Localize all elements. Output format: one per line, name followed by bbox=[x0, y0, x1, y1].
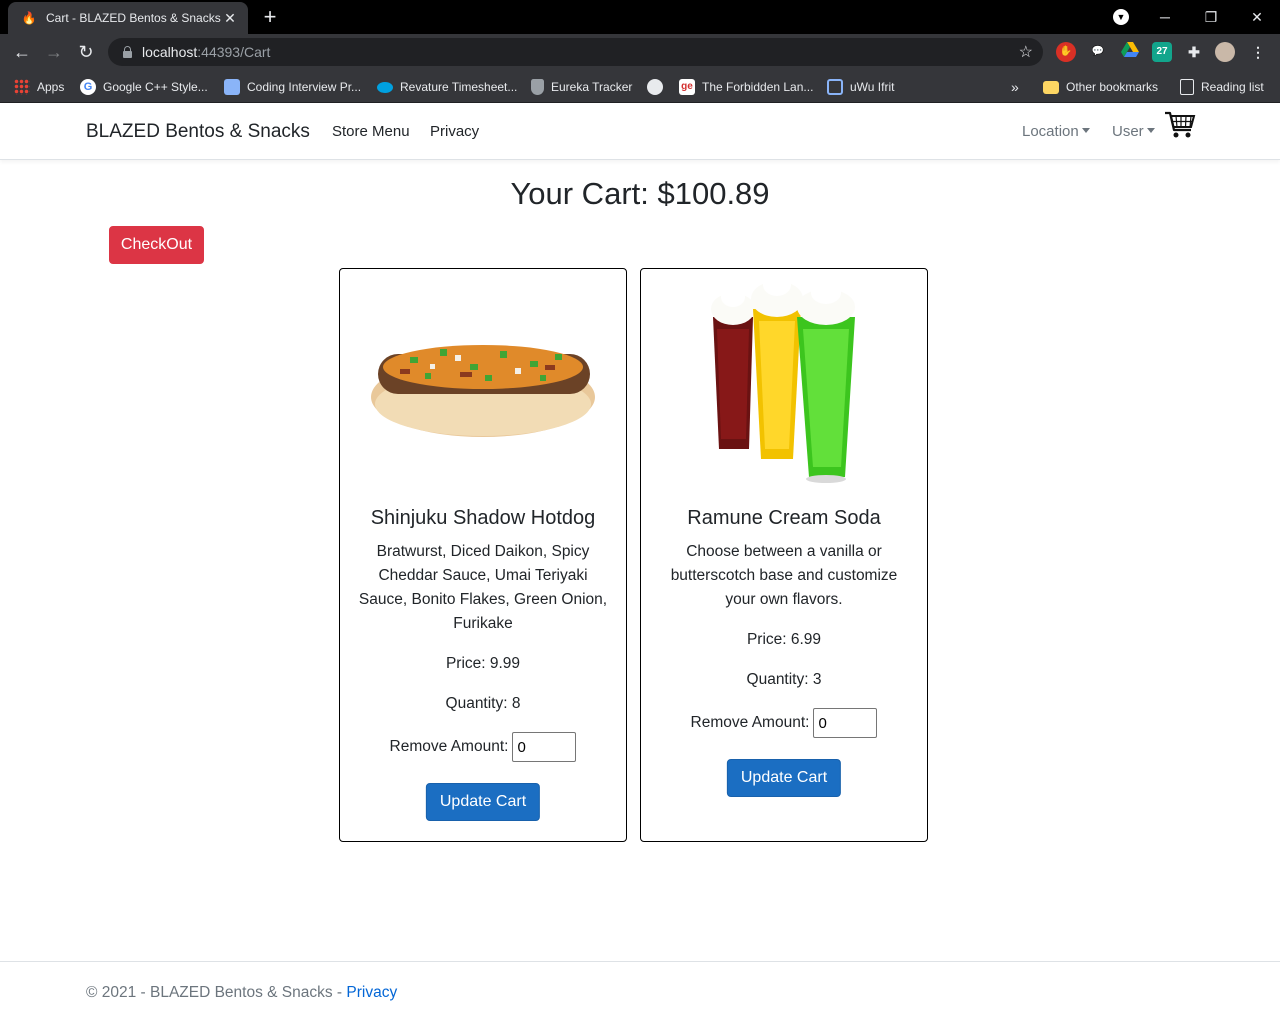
bookmark-label: Google C++ Style... bbox=[103, 80, 208, 94]
bookmark-label: Other bookmarks bbox=[1066, 80, 1159, 94]
site-navbar: BLAZED Bentos & Snacks Store Menu Privac… bbox=[0, 103, 1280, 160]
bookmark-label: Revature Timesheet... bbox=[400, 80, 518, 94]
checkout-button[interactable]: CheckOut bbox=[109, 226, 204, 264]
shield-icon bbox=[531, 79, 544, 95]
tab-close-icon[interactable]: ✕ bbox=[222, 10, 238, 27]
chevron-down-icon bbox=[1081, 128, 1090, 133]
more-bookmarks-button[interactable]: » bbox=[1011, 76, 1019, 98]
bookmarks-bar: Apps G Google C++ Style... Coding Interv… bbox=[0, 70, 1280, 103]
item-price: Price: 9.99 bbox=[445, 655, 521, 672]
page-title: Your Cart: $100.89 bbox=[510, 176, 770, 211]
forward-icon[interactable]: → bbox=[42, 40, 66, 64]
remove-amount-label: Remove Amount: bbox=[690, 714, 810, 731]
bookmark-apps[interactable]: Apps bbox=[14, 76, 64, 98]
close-window-icon[interactable]: ✕ bbox=[1234, 0, 1280, 34]
bookmark-globe[interactable] bbox=[647, 76, 670, 98]
minimize-icon[interactable]: ─ bbox=[1142, 0, 1188, 34]
bookmark-label: Reading list bbox=[1201, 80, 1264, 94]
item-name: Ramune Cream Soda bbox=[687, 507, 881, 529]
url-path: :44393/Cart bbox=[197, 44, 271, 60]
tab-title: Cart - BLAZED Bentos & Snacks bbox=[46, 11, 221, 25]
profile-avatar[interactable] bbox=[1215, 42, 1235, 62]
update-cart-button[interactable]: Update Cart bbox=[726, 759, 842, 797]
bookmark-label: Coding Interview Pr... bbox=[247, 80, 362, 94]
reading-list-icon bbox=[1180, 79, 1194, 95]
item-name: Shinjuku Shadow Hotdog bbox=[370, 507, 596, 529]
bookmark-star-icon[interactable]: ☆ bbox=[1019, 42, 1033, 62]
user-label: User bbox=[1112, 123, 1144, 140]
adblock-extension-icon[interactable]: ✋ bbox=[1056, 42, 1076, 62]
remove-amount-row: Remove Amount: bbox=[641, 708, 927, 738]
item-price: Price: 6.99 bbox=[746, 631, 822, 648]
salesforce-cloud-icon bbox=[377, 81, 393, 93]
bookmark-label: Apps bbox=[37, 80, 65, 94]
bookmark-uwu-ifrit[interactable]: uWu Ifrit bbox=[827, 76, 894, 98]
location-dropdown[interactable]: Location bbox=[1022, 123, 1090, 140]
shopping-cart-icon[interactable] bbox=[1164, 109, 1196, 141]
reading-list-button[interactable]: Reading list bbox=[1180, 76, 1264, 98]
cart-item-card: Ramune Cream Soda Choose between a vanil… bbox=[640, 268, 928, 842]
bookmark-label: Eureka Tracker bbox=[551, 80, 633, 94]
item-quantity: Quantity: 3 bbox=[746, 671, 822, 688]
bookmark-revature[interactable]: Revature Timesheet... bbox=[377, 76, 517, 98]
cream-soda-image bbox=[641, 269, 927, 499]
browser-chrome: 🔥 Cart - BLAZED Bentos & Snacks ✕ + ▼ ─ … bbox=[0, 0, 1280, 103]
apps-grid-icon bbox=[14, 79, 30, 95]
remove-amount-input[interactable] bbox=[813, 708, 878, 738]
item-description: Bratwurst, Diced Daikon, Spicy Cheddar S… bbox=[358, 543, 608, 632]
flame-favicon-icon: 🔥 bbox=[21, 11, 37, 25]
google-icon: G bbox=[80, 79, 96, 95]
tab-strip: 🔥 Cart - BLAZED Bentos & Snacks ✕ + ▼ ─ … bbox=[0, 0, 1280, 34]
user-dropdown[interactable]: User bbox=[1112, 123, 1155, 140]
remove-amount-row: Remove Amount: bbox=[340, 732, 626, 762]
other-bookmarks-folder[interactable]: Other bookmarks bbox=[1043, 76, 1158, 98]
extensions-puzzle-icon[interactable]: ✚ bbox=[1184, 42, 1204, 62]
cart-item-card: Shinjuku Shadow Hotdog Bratwurst, Diced … bbox=[339, 268, 627, 842]
site-footer: © 2021 - BLAZED Bentos & Snacks - Privac… bbox=[0, 961, 1280, 1024]
remove-amount-label: Remove Amount: bbox=[389, 738, 509, 755]
chat-extension-icon[interactable]: 💬 bbox=[1088, 42, 1108, 62]
calendar-extension-icon[interactable]: 27 bbox=[1152, 42, 1172, 62]
update-cart-button[interactable]: Update Cart bbox=[425, 783, 541, 821]
address-bar[interactable]: localhost:44393/Cart ☆ bbox=[108, 38, 1043, 66]
location-label: Location bbox=[1022, 123, 1079, 140]
folder-icon bbox=[1043, 80, 1059, 94]
twitch-icon bbox=[827, 79, 843, 95]
restore-icon[interactable]: ❐ bbox=[1188, 0, 1234, 34]
new-tab-button[interactable]: + bbox=[258, 5, 282, 29]
nav-store-menu[interactable]: Store Menu bbox=[332, 123, 410, 140]
reload-icon[interactable]: ↻ bbox=[74, 40, 98, 64]
profile-download-icon[interactable]: ▼ bbox=[1113, 9, 1129, 25]
url-host: localhost bbox=[142, 44, 198, 60]
item-description: Choose between a vanilla or butterscotch… bbox=[670, 543, 898, 608]
browser-tab[interactable]: 🔥 Cart - BLAZED Bentos & Snacks ✕ bbox=[8, 2, 248, 34]
bookmark-eureka[interactable]: Eureka Tracker bbox=[531, 76, 632, 98]
item-quantity: Quantity: 8 bbox=[445, 695, 521, 712]
remove-amount-input[interactable] bbox=[512, 732, 577, 762]
footer-privacy-link[interactable]: Privacy bbox=[346, 984, 397, 1001]
bookmark-label: The Forbidden Lan... bbox=[702, 80, 814, 94]
bookmark-label: uWu Ifrit bbox=[850, 80, 895, 94]
drive-extension-icon[interactable] bbox=[1120, 42, 1140, 62]
footer-text: © 2021 - BLAZED Bentos & Snacks - Privac… bbox=[86, 984, 397, 1002]
nav-privacy[interactable]: Privacy bbox=[430, 123, 479, 140]
ge-icon: ge bbox=[679, 79, 695, 95]
layers-icon bbox=[224, 79, 240, 95]
bookmark-google-cpp[interactable]: G Google C++ Style... bbox=[80, 76, 208, 98]
bookmark-forbidden[interactable]: ge The Forbidden Lan... bbox=[679, 76, 813, 98]
lock-icon bbox=[122, 46, 132, 58]
brand-link[interactable]: BLAZED Bentos & Snacks bbox=[86, 121, 310, 143]
back-icon[interactable]: ← bbox=[10, 40, 34, 64]
copyright-text: © 2021 - BLAZED Bentos & Snacks - bbox=[86, 984, 347, 1001]
globe-icon bbox=[647, 79, 663, 95]
hotdog-image bbox=[340, 269, 626, 499]
menu-kebab-icon[interactable]: ⋮ bbox=[1248, 42, 1268, 62]
chevron-down-icon bbox=[1146, 128, 1155, 133]
bookmark-coding-interview[interactable]: Coding Interview Pr... bbox=[224, 76, 361, 98]
